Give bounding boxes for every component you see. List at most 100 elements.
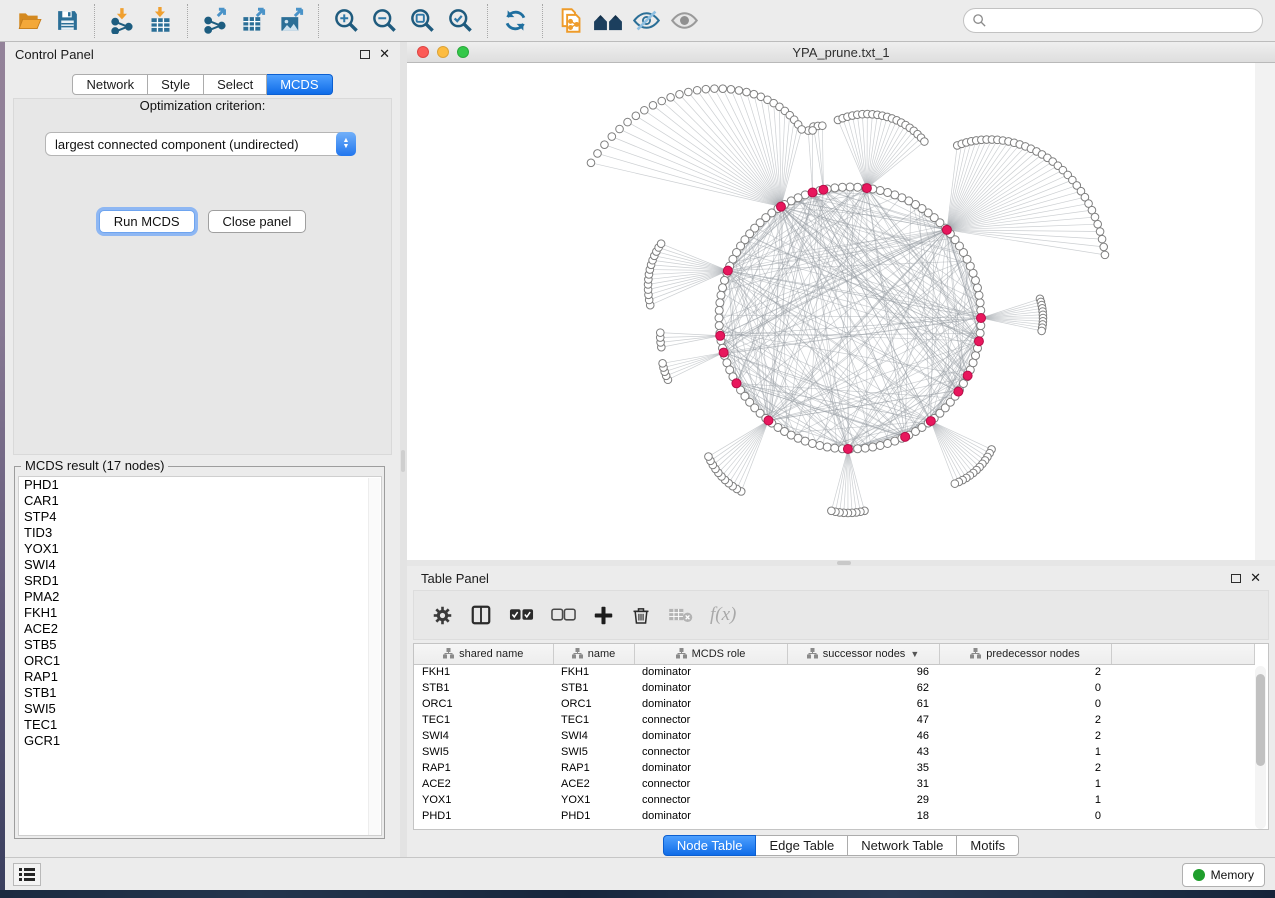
vertical-splitter[interactable]: [400, 42, 407, 857]
table-row[interactable]: SWI5SWI5connector431: [414, 744, 1254, 760]
import-network-icon[interactable]: [107, 6, 137, 36]
cell[interactable]: 0: [939, 696, 1111, 712]
table-row[interactable]: STB1STB1dominator620: [414, 680, 1254, 696]
table-scrollbar[interactable]: [1255, 666, 1266, 829]
show-column-panel-icon[interactable]: [470, 600, 492, 630]
cell[interactable]: 46: [787, 728, 939, 744]
add-icon[interactable]: [593, 600, 614, 630]
table-row[interactable]: PHD1PHD1dominator180: [414, 808, 1254, 824]
function-builder-icon[interactable]: f(x): [710, 600, 736, 630]
cell[interactable]: dominator: [634, 808, 787, 824]
cell[interactable]: SWI4: [553, 728, 634, 744]
cell[interactable]: SWI5: [553, 744, 634, 760]
mcds-result-list[interactable]: PHD1CAR1STP4TID3YOX1SWI4SRD1PMA2FKH1ACE2…: [18, 476, 382, 836]
cell[interactable]: connector: [634, 744, 787, 760]
list-item[interactable]: FKH1: [19, 605, 381, 621]
table-row[interactable]: FKH1FKH1dominator962: [414, 664, 1254, 680]
list-item[interactable]: CAR1: [19, 493, 381, 509]
tab-select[interactable]: Select: [204, 74, 267, 95]
cell[interactable]: dominator: [634, 696, 787, 712]
cell[interactable]: YOX1: [553, 792, 634, 808]
tab-node-table[interactable]: Node Table: [663, 835, 757, 856]
delete-table-icon[interactable]: [668, 600, 693, 630]
duplicate-network-icon[interactable]: [555, 6, 585, 36]
table-row[interactable]: ORC1ORC1dominator610: [414, 696, 1254, 712]
select-all-icon[interactable]: [509, 600, 534, 630]
column-header-shared-name[interactable]: shared name: [414, 644, 553, 664]
table-options-icon[interactable]: [432, 600, 453, 630]
task-history-button[interactable]: [13, 863, 41, 886]
cell[interactable]: 2: [939, 760, 1111, 776]
tab-style[interactable]: Style: [148, 74, 204, 95]
show-all-icon[interactable]: [669, 6, 699, 36]
cell[interactable]: SWI4: [414, 728, 553, 744]
cell[interactable]: TEC1: [414, 712, 553, 728]
list-item[interactable]: STB5: [19, 637, 381, 653]
cell[interactable]: YOX1: [414, 792, 553, 808]
list-item[interactable]: ORC1: [19, 653, 381, 669]
search-field[interactable]: [963, 8, 1263, 33]
list-item[interactable]: STP4: [19, 509, 381, 525]
export-image-icon[interactable]: [276, 6, 306, 36]
cell[interactable]: ORC1: [553, 696, 634, 712]
cell[interactable]: STB1: [414, 680, 553, 696]
table-row[interactable]: ACE2ACE2connector311: [414, 776, 1254, 792]
cell[interactable]: 2: [939, 728, 1111, 744]
tab-network-table[interactable]: Network Table: [848, 835, 957, 856]
close-panel-icon[interactable]: ✕: [379, 49, 390, 59]
cell[interactable]: ORC1: [414, 696, 553, 712]
list-item[interactable]: TEC1: [19, 717, 381, 733]
network-graph[interactable]: [407, 63, 1255, 560]
zoom-selected-icon[interactable]: [445, 6, 475, 36]
table-row[interactable]: SWI4SWI4dominator462: [414, 728, 1254, 744]
cell[interactable]: 1: [939, 744, 1111, 760]
cell[interactable]: dominator: [634, 728, 787, 744]
cell[interactable]: 0: [939, 808, 1111, 824]
list-scrollbar[interactable]: [368, 478, 380, 836]
close-panel-icon[interactable]: ✕: [1250, 573, 1261, 583]
list-item[interactable]: SWI4: [19, 557, 381, 573]
list-item[interactable]: YOX1: [19, 541, 381, 557]
cell[interactable]: 18: [787, 808, 939, 824]
zoom-fit-icon[interactable]: [407, 6, 437, 36]
cell[interactable]: 31: [787, 776, 939, 792]
table-row[interactable]: YOX1YOX1connector291: [414, 792, 1254, 808]
column-header-name[interactable]: name: [553, 644, 634, 664]
list-item[interactable]: STB1: [19, 685, 381, 701]
float-panel-icon[interactable]: [360, 50, 370, 59]
refresh-icon[interactable]: [500, 6, 530, 36]
tab-edge-table[interactable]: Edge Table: [756, 835, 848, 856]
memory-button[interactable]: Memory: [1182, 863, 1265, 887]
cell[interactable]: 96: [787, 664, 939, 680]
first-neighbors-icon[interactable]: [593, 6, 623, 36]
list-item[interactable]: SRD1: [19, 573, 381, 589]
table-row[interactable]: RAP1RAP1dominator352: [414, 760, 1254, 776]
list-item[interactable]: PMA2: [19, 589, 381, 605]
cell[interactable]: 1: [939, 776, 1111, 792]
list-item[interactable]: GCR1: [19, 733, 381, 749]
cell[interactable]: 2: [939, 712, 1111, 728]
delete-icon[interactable]: [631, 600, 651, 630]
cell[interactable]: connector: [634, 712, 787, 728]
cell[interactable]: 2: [939, 664, 1111, 680]
cell[interactable]: FKH1: [414, 664, 553, 680]
import-table-icon[interactable]: [145, 6, 175, 36]
hide-selected-icon[interactable]: [631, 6, 661, 36]
cell[interactable]: 35: [787, 760, 939, 776]
criterion-dropdown[interactable]: largest connected component (undirected)…: [45, 132, 356, 156]
list-item[interactable]: PHD1: [19, 477, 381, 493]
cell[interactable]: 61: [787, 696, 939, 712]
cell[interactable]: dominator: [634, 664, 787, 680]
export-network-icon[interactable]: [200, 6, 230, 36]
tab-motifs[interactable]: Motifs: [957, 835, 1019, 856]
list-item[interactable]: SWI5: [19, 701, 381, 717]
column-header-MCDS-role[interactable]: MCDS role: [634, 644, 787, 664]
table-row[interactable]: TEC1TEC1connector472: [414, 712, 1254, 728]
cell[interactable]: SWI5: [414, 744, 553, 760]
list-item[interactable]: RAP1: [19, 669, 381, 685]
float-panel-icon[interactable]: [1231, 574, 1241, 583]
tab-mcds[interactable]: MCDS: [267, 74, 332, 95]
cell[interactable]: 0: [939, 680, 1111, 696]
cell[interactable]: 62: [787, 680, 939, 696]
run-mcds-button[interactable]: Run MCDS: [99, 210, 195, 233]
